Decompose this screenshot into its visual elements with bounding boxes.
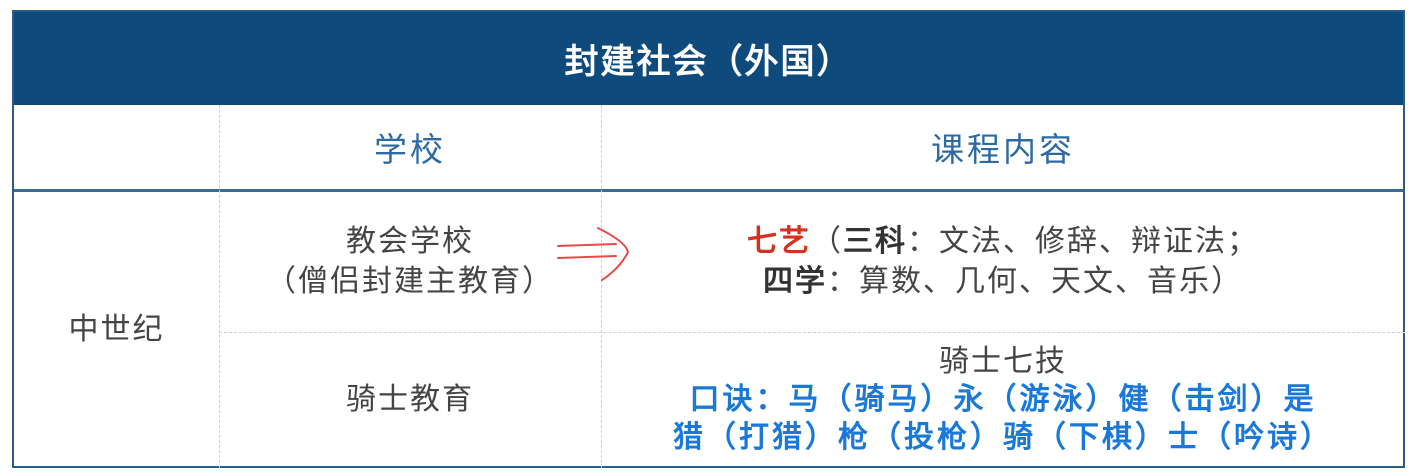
four-subjects-term: 四学 [763,264,827,299]
school-name: 骑士教育 [346,382,474,417]
header-period [14,105,219,189]
three-subjects-term: 三科 [843,224,907,259]
content-cell-knight-skills: 骑士七技 口诀：马（骑马）永（游泳）健（击剑）是 猎（打猎）枪（投枪）骑（下棋）… [601,332,1405,468]
content-cell-seven-arts: 七艺（三科：文法、修辞、辩证法； 四学：算数、几何、天文、音乐） [601,192,1405,332]
period-label: 中世纪 [68,312,165,347]
four-subjects-line: 四学：算数、几何、天文、音乐） [763,262,1243,302]
period-cell: 中世纪 [14,192,219,468]
seven-arts-line: 七艺（三科：文法、修辞、辩证法； [747,222,1259,262]
mnemonic-line-2: 猎（打猎）枪（投枪）骑（下棋）士（吟诗） [673,420,1333,455]
hand-drawn-arrow-icon [557,227,630,281]
history-table: 封建社会（外国） 学校 课程内容 中世纪 教会学校 （僧侣封建主教育） 七艺（三… [12,10,1405,468]
three-subjects-list: ：文法、修辞、辩证法； [907,224,1259,259]
seven-arts-term: 七艺 [747,224,811,259]
knight-skills-heading: 骑士七技 [939,344,1067,379]
table-title: 封建社会（外国） [14,12,1403,105]
open-paren: （ [811,224,843,259]
mnemonic-line-1: 口诀：马（骑马）永（游泳）健（击剑）是 [689,382,1317,417]
school-subtitle: （僧侣封建主教育） [266,264,554,299]
header-school: 学校 [374,130,446,169]
header-row: 学校 课程内容 [14,105,1403,192]
header-curriculum: 课程内容 [931,130,1075,169]
four-subjects-list: ：算数、几何、天文、音乐） [827,264,1243,299]
school-cell-church: 教会学校 （僧侣封建主教育） [219,192,601,332]
school-cell-knight: 骑士教育 [219,332,601,468]
school-name: 教会学校 [346,224,474,259]
